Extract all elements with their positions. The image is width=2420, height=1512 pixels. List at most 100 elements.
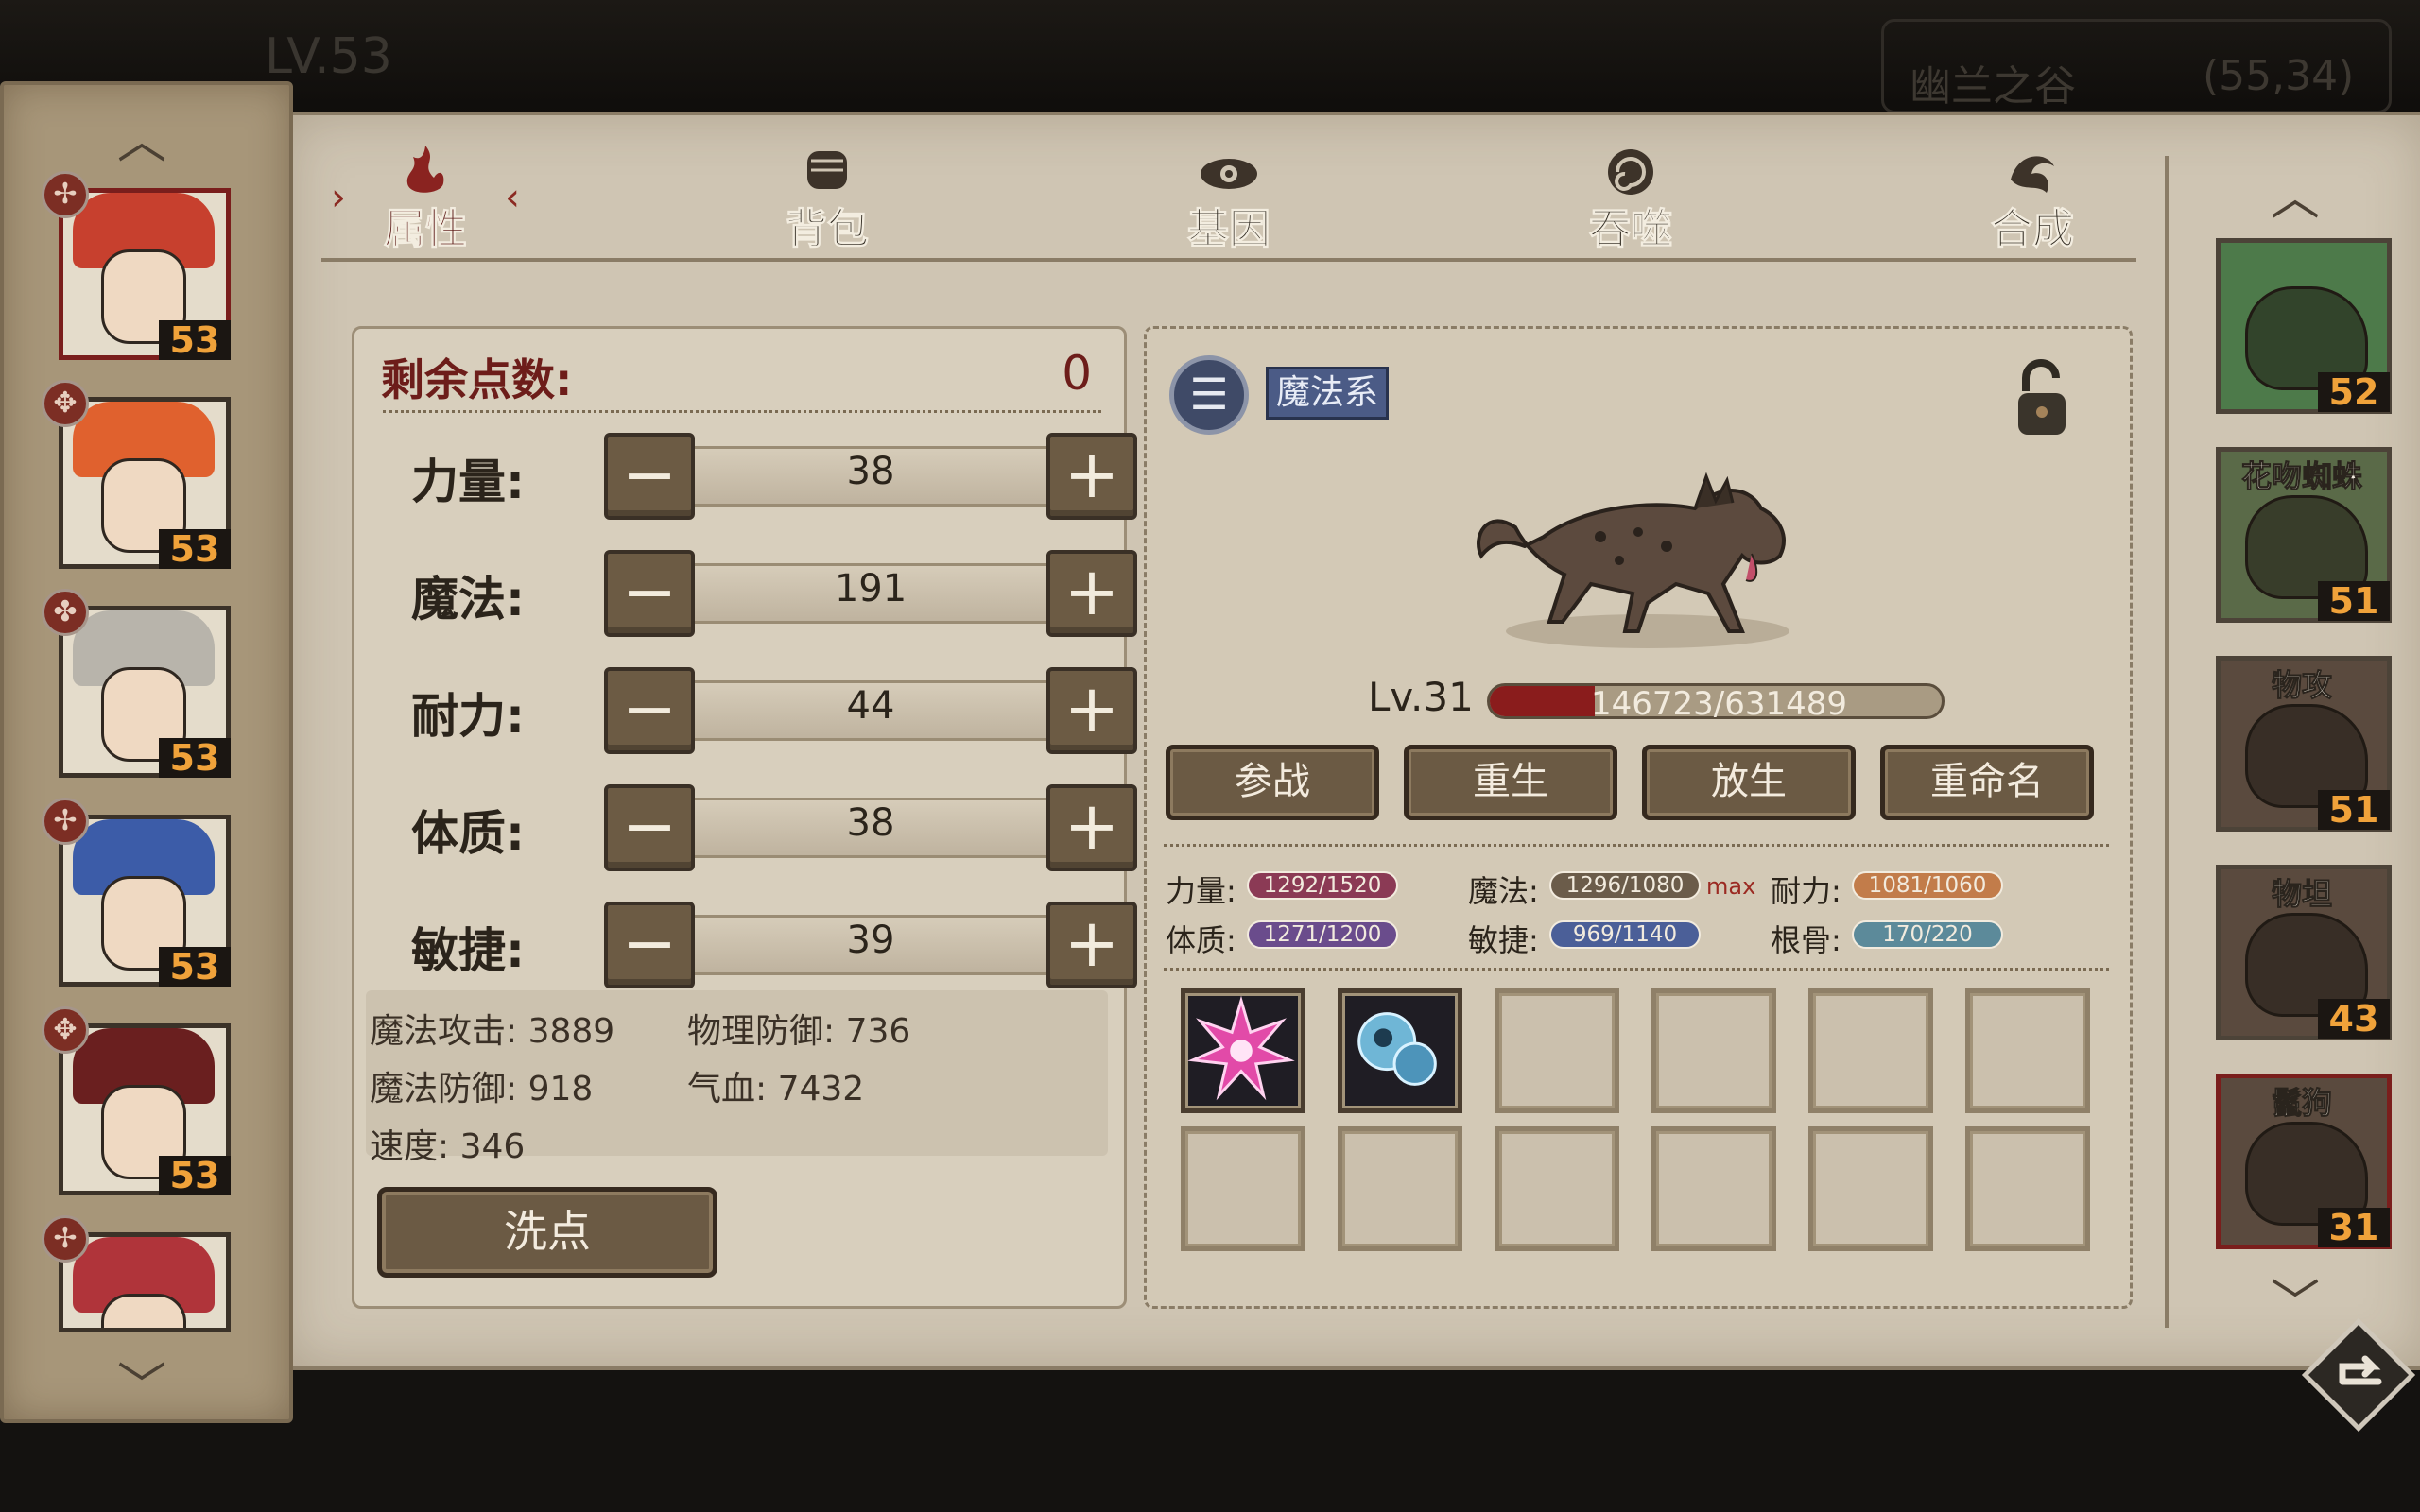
- release-button[interactable]: 放生: [1642, 745, 1856, 820]
- hero-class-badge: ✥: [42, 380, 89, 427]
- hp: 气血: 7432: [687, 1070, 865, 1108]
- decrease-button[interactable]: −: [604, 667, 695, 754]
- stat-name: 魔法:: [411, 572, 525, 627]
- top-bar: LV.53 幽兰之谷 (55,34): [0, 0, 2420, 113]
- stat-name: 力量:: [411, 455, 525, 509]
- tab-bag[interactable]: 背包: [733, 142, 922, 255]
- roster-scroll-up-icon[interactable]: ︿: [113, 117, 170, 166]
- pet-name: 物坦: [2271, 876, 2332, 913]
- decrease-button[interactable]: −: [604, 433, 695, 520]
- increase-button[interactable]: +: [1046, 550, 1137, 637]
- empty-skill-slot[interactable]: [1651, 1126, 1776, 1251]
- stat-row: 耐力: − 44 +: [383, 667, 1137, 758]
- empty-skill-slot[interactable]: [1495, 988, 1619, 1113]
- eye-icon: [1201, 159, 1257, 189]
- pet-divider-bottom: [1164, 968, 2109, 971]
- stat-value: 44: [846, 684, 895, 728]
- attribute-panel: 剩余点数: 0 力量: −38 + 魔法: −191 + 耐力: −44 + 体质: −38 + 敏捷:…: [352, 326, 1137, 1309]
- pet-roster-scroll-up-icon[interactable]: ︿: [2267, 174, 2324, 223]
- magic-defense: 魔法防御: 918: [370, 1070, 594, 1108]
- increase-button[interactable]: +: [1046, 667, 1137, 754]
- roster-scroll-down-icon[interactable]: ﹀: [113, 1363, 170, 1412]
- empty-skill-slot[interactable]: [1808, 1126, 1933, 1251]
- hero-card[interactable]: ✢ 53: [42, 171, 234, 364]
- skill-slot[interactable]: [1181, 988, 1305, 1113]
- pet-name: 鬣狗: [2271, 1085, 2332, 1122]
- stat-value: 39: [846, 919, 895, 962]
- pet-stat-bar: 170/220: [1852, 920, 2003, 949]
- reset-points-button[interactable]: 洗点: [377, 1187, 717, 1278]
- hero-class-badge: ✢: [42, 1215, 89, 1263]
- pet-card[interactable]: 花吻蜘蛛 51: [2214, 445, 2394, 625]
- tab-selected-left-icon: ›: [331, 176, 346, 219]
- empty-skill-slot[interactable]: [1181, 1126, 1305, 1251]
- empty-skill-slot[interactable]: [1808, 988, 1933, 1113]
- swirl-icon: [1608, 149, 1653, 195]
- hero-face: [101, 1294, 186, 1328]
- pet-stat-label: 敏捷:: [1468, 922, 1539, 958]
- pet-name: 物攻: [2271, 667, 2332, 704]
- water-orb-skill-icon: [1357, 1012, 1437, 1086]
- pet-stat-label: 耐力:: [1771, 873, 1841, 909]
- increase-button[interactable]: +: [1046, 902, 1137, 988]
- pet-stat-bar: 969/1140: [1549, 920, 1701, 949]
- tab-divider: [321, 258, 2136, 262]
- pet-stat-label: 力量:: [1166, 873, 1236, 909]
- decrease-button[interactable]: −: [604, 550, 695, 637]
- increase-button[interactable]: +: [1046, 784, 1137, 871]
- empty-skill-slot[interactable]: [1338, 1126, 1462, 1251]
- pet-stat-bar: 1271/1200: [1247, 920, 1398, 949]
- stat-row: 体质: − 38 +: [383, 784, 1137, 875]
- pet-level-badge: 31: [2318, 1208, 2390, 1247]
- join-battle-button[interactable]: 参战: [1166, 745, 1379, 820]
- skill-slot[interactable]: [1338, 988, 1462, 1113]
- pet-card[interactable]: 52: [2214, 236, 2394, 416]
- empty-skill-slot[interactable]: [1495, 1126, 1619, 1251]
- pet-card[interactable]: 鬣狗 31: [2214, 1072, 2394, 1251]
- hero-card[interactable]: ✢ 53: [42, 798, 234, 990]
- pet-card[interactable]: 物攻 51: [2214, 654, 2394, 833]
- pet-stat-bar: 1296/1080: [1549, 871, 1701, 900]
- tab-devour[interactable]: 吞噬: [1536, 142, 1725, 255]
- right-divider: [2165, 156, 2169, 1328]
- speed: 速度: 346: [370, 1127, 526, 1166]
- remaining-divider: [383, 410, 1101, 413]
- stat-value: 191: [834, 567, 908, 610]
- pet-stat-label: 根骨:: [1771, 922, 1841, 958]
- empty-skill-slot[interactable]: [1965, 988, 2090, 1113]
- list-icon[interactable]: ☰: [1169, 355, 1249, 435]
- hero-card[interactable]: ✤ 53: [42, 589, 234, 782]
- player-level: LV.53: [265, 28, 392, 85]
- hero-card[interactable]: ✥ 53: [42, 380, 234, 573]
- pet-stat-label: 魔法:: [1468, 873, 1539, 909]
- empty-skill-slot[interactable]: [1965, 1126, 2090, 1251]
- empty-skill-slot[interactable]: [1651, 988, 1776, 1113]
- tab-gene[interactable]: 基因: [1134, 142, 1323, 255]
- increase-button[interactable]: +: [1046, 433, 1137, 520]
- stat-value: 38: [846, 801, 895, 845]
- stat-row: 魔法: − 191 +: [383, 550, 1137, 641]
- tab-fusion[interactable]: 合成: [1938, 142, 2127, 255]
- hero-class-badge: ✤: [42, 589, 89, 636]
- tab-attributes[interactable]: › 属性 ‹: [331, 142, 520, 255]
- stat-row: 力量: − 38 +: [383, 433, 1137, 524]
- pet-stat-bar: 1292/1520: [1247, 871, 1398, 900]
- pet-card[interactable]: 物坦 43: [2214, 863, 2394, 1042]
- unlock-icon[interactable]: [2005, 353, 2083, 444]
- decrease-button[interactable]: −: [604, 784, 695, 871]
- return-icon[interactable]: [2297, 1314, 2420, 1436]
- pet-exp-text: 146723/631489: [1591, 685, 1848, 723]
- hero-card[interactable]: ✥ 53: [42, 1006, 234, 1199]
- decrease-button[interactable]: −: [604, 902, 695, 988]
- pet-divider-top: [1164, 844, 2109, 847]
- pet-level-badge: 51: [2318, 581, 2390, 621]
- hyena-pet-image: [1477, 472, 1789, 648]
- pet-panel: ☰ 魔法系 Lv.31 146723/631489 参战 重生 放生 重命名 力…: [1144, 326, 2133, 1309]
- fusion-icon: [2011, 156, 2054, 193]
- rename-button[interactable]: 重命名: [1880, 745, 2094, 820]
- rebirth-button[interactable]: 重生: [1404, 745, 1617, 820]
- flame-icon: [406, 146, 444, 193]
- remaining-points-value: 0: [1062, 346, 1092, 401]
- pet-level-badge: 52: [2318, 372, 2390, 412]
- hero-card[interactable]: ✢: [42, 1215, 234, 1332]
